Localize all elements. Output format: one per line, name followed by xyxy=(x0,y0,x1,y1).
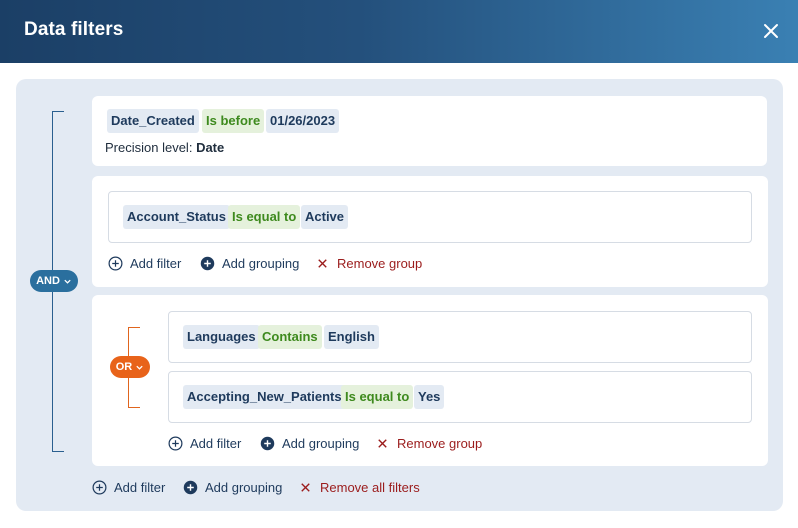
add-grouping-button[interactable]: Add grouping xyxy=(183,478,282,496)
plus-circle-filled-icon xyxy=(260,436,275,451)
precision-label: Precision level: xyxy=(105,140,193,155)
remove-group-label: Remove group xyxy=(397,435,483,451)
plus-circle-outline-icon xyxy=(168,436,183,451)
or-logic-label: OR xyxy=(115,361,133,373)
add-grouping-button[interactable]: Add grouping xyxy=(200,254,299,272)
plus-circle-filled-icon xyxy=(200,256,215,271)
filter-field-chip[interactable]: Date_Created xyxy=(107,109,199,133)
filter-value-chip[interactable]: Active xyxy=(301,205,349,229)
remove-all-filters-label: Remove all filters xyxy=(320,479,420,495)
remove-group-button[interactable]: Remove group xyxy=(315,254,422,272)
add-filter-label: Add filter xyxy=(130,255,182,271)
remove-group-button[interactable]: Remove group xyxy=(375,434,482,452)
plus-circle-outline-icon xyxy=(108,256,123,271)
plus-circle-filled-icon xyxy=(183,480,198,495)
add-grouping-button[interactable]: Add grouping xyxy=(260,434,359,452)
remove-all-filters-button[interactable]: Remove all filters xyxy=(298,478,420,496)
filter-field-chip[interactable]: Account_Status xyxy=(123,205,230,229)
add-filter-label: Add filter xyxy=(190,435,242,451)
add-grouping-label: Add grouping xyxy=(222,255,300,271)
and-logic-toggle[interactable]: AND xyxy=(30,270,78,292)
dialog-header: Data filters xyxy=(0,0,798,63)
close-icon xyxy=(298,480,313,495)
plus-circle-outline-icon xyxy=(92,480,107,495)
filter-value-chip[interactable]: 01/26/2023 xyxy=(266,109,340,133)
filter-field-chip[interactable]: Accepting_New_Patients xyxy=(183,385,346,409)
precision-level: Precision level: Date xyxy=(105,140,224,155)
filter-value-chip[interactable]: Yes xyxy=(414,385,445,409)
or-logic-toggle[interactable]: OR xyxy=(110,356,150,378)
chevron-down-icon xyxy=(64,279,71,284)
chevron-down-icon xyxy=(136,365,143,370)
close-icon xyxy=(375,436,390,451)
filter-field-chip[interactable]: Languages xyxy=(183,325,260,349)
close-icon xyxy=(315,256,330,271)
add-grouping-label: Add grouping xyxy=(282,435,360,451)
add-filter-label: Add filter xyxy=(114,479,166,495)
dialog-title: Data filters xyxy=(24,19,124,40)
remove-group-label: Remove group xyxy=(337,255,423,271)
add-filter-button[interactable]: Add filter xyxy=(168,434,241,452)
and-logic-label: AND xyxy=(36,275,60,287)
add-filter-button[interactable]: Add filter xyxy=(92,478,165,496)
close-icon[interactable] xyxy=(760,20,782,42)
filter-operator-chip[interactable]: Is before xyxy=(202,109,265,133)
filter-operator-chip[interactable]: Is equal to xyxy=(341,385,414,409)
filter-value-chip[interactable]: English xyxy=(324,325,379,349)
add-filter-button[interactable]: Add filter xyxy=(108,254,181,272)
add-grouping-label: Add grouping xyxy=(205,479,283,495)
precision-value: Date xyxy=(196,140,225,155)
filter-operator-chip[interactable]: Contains xyxy=(258,325,322,349)
filter-operator-chip[interactable]: Is equal to xyxy=(228,205,301,229)
